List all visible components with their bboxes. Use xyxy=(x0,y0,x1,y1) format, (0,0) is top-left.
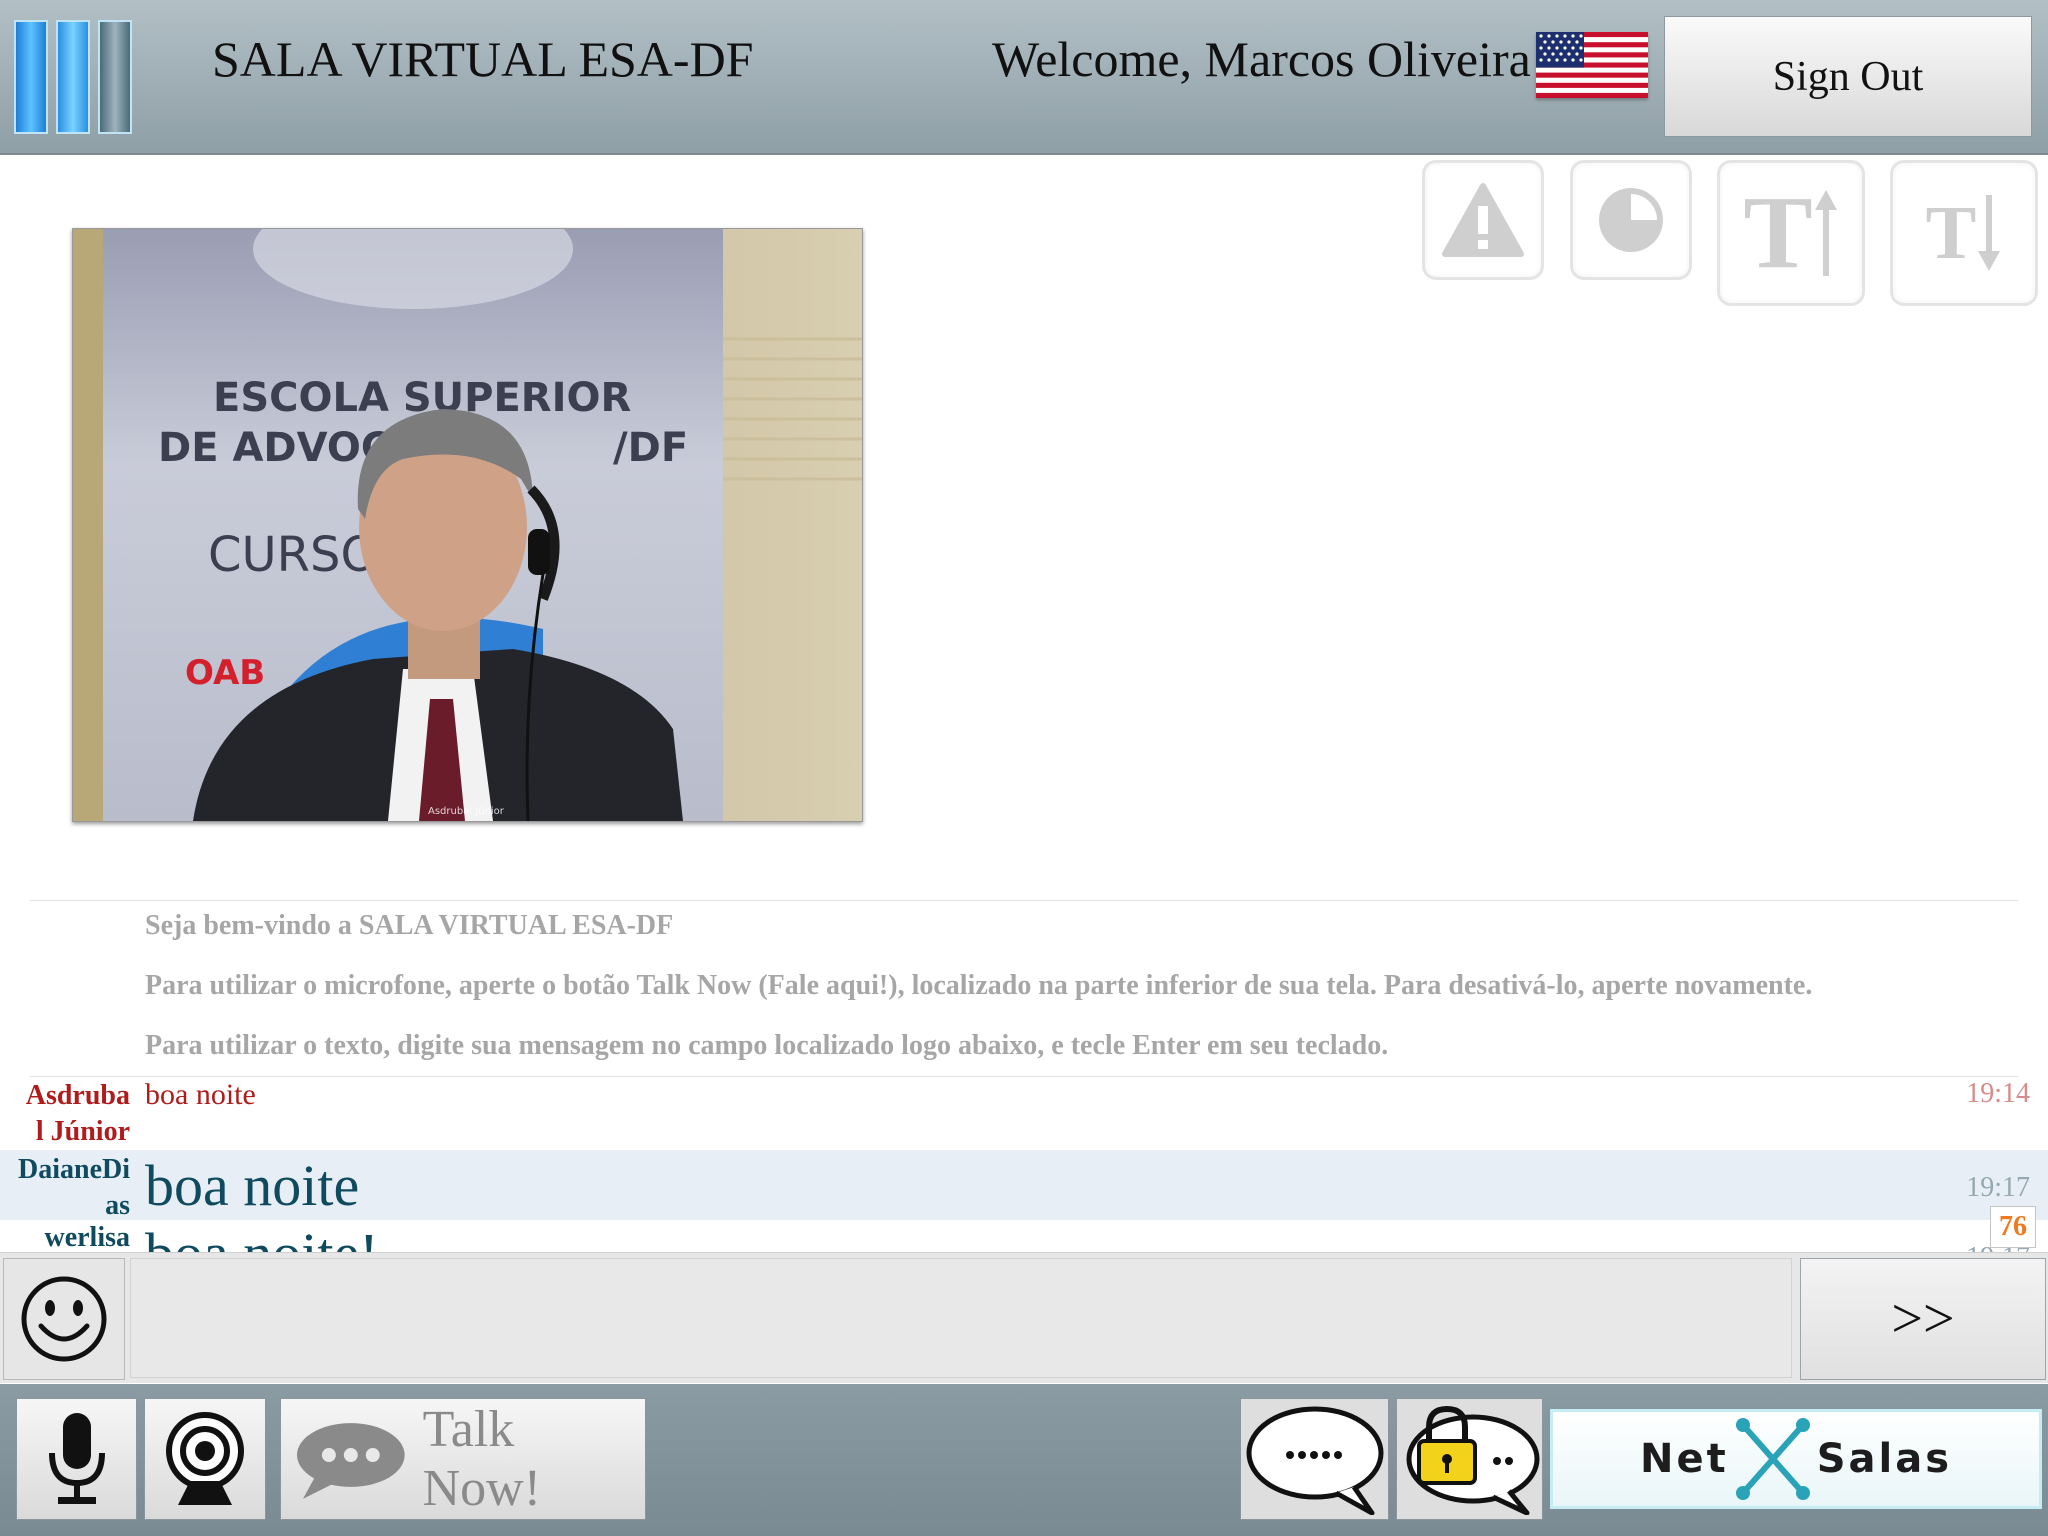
author-line: Asdruba xyxy=(25,1080,130,1111)
font-increase-icon: T xyxy=(1743,175,1813,290)
message-author: werlisa xyxy=(6,1220,130,1252)
clock-button[interactable] xyxy=(1570,160,1692,280)
private-chat-button[interactable] xyxy=(1396,1398,1543,1520)
talk-now-label: Talk Now! xyxy=(422,1401,542,1517)
system-message: Para utilizar o texto, digite sua mensag… xyxy=(145,1030,1389,1061)
video-feed[interactable]: ESCOLA SUPERIOR DE ADVOCACIA /DF CURSOS … xyxy=(72,228,863,822)
microphone-icon xyxy=(48,1413,105,1504)
brand-text-right: Salas xyxy=(1816,1436,1953,1482)
public-chat-button[interactable] xyxy=(1240,1398,1389,1520)
chat-divider xyxy=(30,900,2018,901)
chat-divider xyxy=(30,1076,2018,1077)
message-text: boa noite xyxy=(145,1153,360,1218)
room-title: SALA VIRTUAL ESA-DF xyxy=(212,31,754,87)
system-message: Seja bem-vindo a SALA VIRTUAL ESA-DF xyxy=(145,910,674,941)
microphone-button[interactable] xyxy=(16,1398,137,1520)
font-decrease-icon: T xyxy=(1925,191,1977,275)
us-flag-icon[interactable] xyxy=(1536,32,1648,98)
author-line: as xyxy=(105,1190,130,1221)
speech-bubble-icon xyxy=(296,1423,405,1499)
font-decrease-button[interactable]: T xyxy=(1890,160,2038,306)
message-input[interactable] xyxy=(130,1258,1792,1378)
sign-out-button[interactable]: Sign Out xyxy=(1664,16,2032,137)
clock-icon xyxy=(1599,188,1663,252)
brand-text-left: Net xyxy=(1639,1436,1729,1482)
message-time: 19:14 xyxy=(1966,1078,2030,1109)
send-button[interactable]: >> xyxy=(1800,1258,2046,1380)
chat-message: werlisa boa noite! 19:17 xyxy=(0,1220,2048,1252)
font-increase-button[interactable]: T xyxy=(1717,160,1865,306)
message-text: boa noite xyxy=(145,1078,256,1111)
message-text: boa noite! xyxy=(145,1220,379,1252)
welcome-text: Welcome, Marcos Oliveira xyxy=(992,31,1531,87)
system-message: Para utilizar o microfone, aperte o botã… xyxy=(145,970,1813,1001)
netsalas-logo: Net Salas xyxy=(1550,1409,2042,1509)
chat-message: Asdruba l Júnior boa noite 19:14 xyxy=(0,1078,2048,1148)
netsalas-x-mark xyxy=(1735,1418,1810,1500)
smiley-icon xyxy=(21,1276,107,1362)
private-chat-lock-icon xyxy=(1406,1405,1539,1515)
banner-line2-end: /DF xyxy=(613,425,688,471)
talk-now-button[interactable]: Talk Now! xyxy=(280,1398,646,1520)
author-line: DaianeDi xyxy=(18,1154,130,1185)
author-line: l Júnior xyxy=(35,1116,130,1147)
webcam-button[interactable] xyxy=(144,1398,266,1520)
alert-button[interactable] xyxy=(1422,160,1544,280)
alert-icon xyxy=(1442,183,1524,257)
webcam-icon xyxy=(166,1412,244,1505)
message-time: 19:17 xyxy=(1966,1172,2030,1203)
video-caption: Asdrubal Júnior xyxy=(428,805,505,817)
app-logo xyxy=(14,20,136,138)
chat-bubble-icon xyxy=(1246,1406,1383,1515)
header-bar: SALA VIRTUAL ESA-DF Welcome, Marcos Oliv… xyxy=(0,0,2048,155)
oab-logo: OAB xyxy=(185,653,265,693)
message-author: Asdruba l Júnior xyxy=(6,1078,130,1150)
chat-message: DaianeDi as boa noite 19:17 xyxy=(0,1150,2048,1221)
author-line: werlisa xyxy=(44,1222,130,1252)
message-author: DaianeDi as xyxy=(6,1152,130,1224)
unread-count-badge[interactable]: 76 xyxy=(1990,1206,2036,1248)
emoji-button[interactable] xyxy=(3,1258,125,1380)
